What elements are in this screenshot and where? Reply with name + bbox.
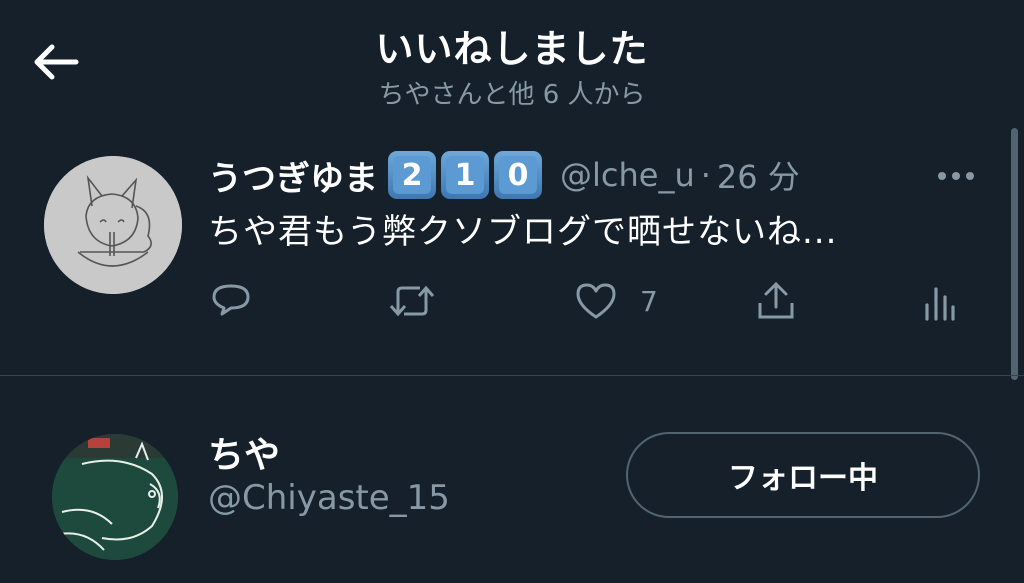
more-options-button[interactable] bbox=[928, 158, 984, 194]
tweet-author-name[interactable]: うつぎゆま bbox=[208, 151, 378, 200]
like-count: 7 bbox=[640, 284, 658, 318]
like-icon bbox=[576, 283, 616, 319]
share-icon bbox=[758, 281, 794, 319]
name-keycap-emojis: 2 1 0 bbox=[388, 151, 542, 199]
liked-by-screen: いいねしました ちやさんと他 6 人から うつぎゆま 2 1 0 @lche_u… bbox=[0, 0, 1024, 583]
separator-dot: · bbox=[700, 156, 711, 194]
user-handle[interactable]: @Chiyaste_15 bbox=[208, 478, 450, 518]
tweet-timestamp[interactable]: 26 分 bbox=[717, 152, 800, 198]
retweet-icon bbox=[389, 285, 435, 317]
more-icon bbox=[938, 172, 974, 180]
reply-icon bbox=[212, 284, 250, 316]
tweet-card[interactable]: うつぎゆま 2 1 0 @lche_u · 26 分 ちや君もう弊クソブログで晒… bbox=[0, 140, 1024, 376]
tweet-text[interactable]: ちや君もう弊クソブログで晒せないね... bbox=[208, 204, 837, 253]
tweet-header: うつぎゆま 2 1 0 @lche_u · 26 分 bbox=[208, 150, 948, 200]
keycap-0-emoji: 0 bbox=[494, 151, 542, 199]
reply-button[interactable] bbox=[210, 276, 252, 326]
user-name[interactable]: ちや bbox=[208, 426, 280, 478]
page-subtitle: ちやさんと他 6 人から bbox=[378, 80, 646, 110]
divider bbox=[0, 375, 1024, 376]
user-avatar[interactable] bbox=[52, 434, 178, 560]
following-button[interactable]: フォロー中 bbox=[626, 432, 980, 518]
tweet-author-handle[interactable]: @lche_u bbox=[560, 156, 695, 194]
share-button[interactable] bbox=[754, 276, 798, 326]
analytics-button[interactable] bbox=[922, 276, 956, 326]
like-button[interactable]: 7 bbox=[574, 276, 658, 326]
retweet-button[interactable] bbox=[388, 276, 436, 326]
page-title: いいねしました bbox=[375, 27, 649, 71]
keycap-1-emoji: 1 bbox=[441, 151, 489, 199]
tweet-author-avatar[interactable] bbox=[44, 156, 182, 294]
keycap-2-emoji: 2 bbox=[388, 151, 436, 199]
analytics-icon bbox=[925, 287, 955, 321]
